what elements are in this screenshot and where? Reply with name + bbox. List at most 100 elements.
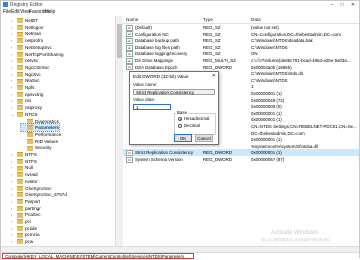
value-name-label: Value name: [133, 82, 158, 87]
folder-icon [17, 85, 23, 91]
column-type-header[interactable]: Type [203, 16, 213, 23]
tree-node-label: nvraid [25, 172, 38, 178]
tree-node[interactable]: › pcw [11, 238, 33, 245]
tree-node-label: pcw [25, 239, 34, 245]
ok-button[interactable]: OK [174, 134, 192, 142]
dialog-close-icon[interactable]: ✕ [212, 73, 216, 80]
value-name-text: Configuration NC [135, 31, 169, 37]
folder-icon [17, 78, 23, 84]
folder-icon [17, 185, 23, 191]
tree-node-label: NlaSvc [25, 78, 40, 84]
hexadecimal-radio[interactable] [178, 117, 182, 121]
registry-path[interactable]: Computer\HKEY_LOCAL_MACHINE\SYSTEM\Curre… [2, 253, 194, 259]
value-name-cell: 01 System Schema Version [126, 156, 183, 163]
folder-icon [17, 58, 23, 64]
folder-icon [17, 219, 23, 225]
value-data-label: Value data: [133, 97, 155, 102]
folder-icon [17, 65, 23, 71]
table-row[interactable]: 01 System Schema Version REG_DWORD 0x000000… [123, 156, 359, 163]
tree-node-label: partmgr [25, 205, 41, 211]
tree-vertical-scrollbar[interactable] [115, 16, 123, 246]
folder-icon [17, 205, 23, 211]
registry-key-tree[interactable]: › NetBT › Netlogon › Netman › netprofm › NetSetup… [1, 16, 116, 246]
folder-icon [17, 212, 23, 218]
maximize-button[interactable]: □ [337, 1, 347, 9]
folder-icon [17, 18, 23, 24]
value-name-text: Database backup path [135, 38, 179, 44]
value-name-field[interactable]: Strict Replication Consistency [133, 89, 215, 95]
value-name-text: Database logging/recovery [135, 51, 188, 57]
folder-icon [17, 45, 23, 51]
edit-dword-dialog: Edit DWORD (32-bit) Value ✕ Value name: … [129, 71, 219, 145]
decimal-label: Decimal [184, 123, 200, 128]
value-data-cell: 0x00000057 (87) [251, 157, 285, 162]
tree-node-label: Netman [25, 31, 42, 37]
folder-icon [17, 239, 23, 245]
chevron-right-icon[interactable]: › [11, 238, 16, 245]
window-title: Registry Editor [10, 2, 43, 8]
tree-node-label: pcmcia [25, 232, 40, 238]
folder-icon [17, 91, 23, 97]
cancel-button[interactable]: Cancel [195, 134, 213, 142]
registry-app-icon [3, 2, 8, 7]
value-data-input[interactable]: 1 [133, 104, 171, 110]
tree-node-label: RID Values [35, 138, 58, 144]
reg-binary-icon: 01 [126, 156, 133, 163]
folder-icon [27, 145, 33, 151]
menu-help[interactable]: Help [45, 9, 55, 16]
tree-node-label: pciide [25, 225, 38, 231]
activate-windows-watermark: Activate Windows [271, 230, 319, 236]
folder-icon [27, 118, 33, 124]
folder-icon [27, 132, 33, 138]
folder-icon [17, 232, 23, 238]
folder-icon [17, 98, 23, 104]
chevron-down-icon[interactable]: ⌄ [11, 111, 16, 118]
tree-node-label: npsvctrig [25, 91, 44, 97]
folder-icon [17, 51, 23, 57]
value-type-cell: REG_DWORD [203, 157, 233, 162]
scrollbar-thumb[interactable] [117, 24, 122, 58]
list-header: Name Type Data [123, 16, 359, 24]
tree-node-label: NgcCtnrSvc [25, 64, 50, 70]
tree-node-label: Parameters [35, 125, 59, 131]
hexadecimal-label: Hexadecimal [184, 116, 210, 121]
menu-file[interactable]: File [3, 9, 11, 16]
value-name-text: Strict Replication Consistency [135, 150, 194, 156]
tree-node-label: Security [35, 145, 52, 151]
folder-icon [27, 138, 33, 144]
tree-node-label: NetTcpPortSharing [25, 51, 64, 57]
tree-node-label: netprofm [25, 38, 44, 44]
folder-icon [17, 112, 23, 118]
tree-node-label: Null [25, 165, 33, 171]
menu-edit[interactable]: Edit [11, 9, 20, 16]
tree-node-label: NTDS [25, 111, 38, 117]
tree-node-label: netvsc [25, 58, 39, 64]
folder-icon [17, 179, 23, 185]
column-name-header[interactable]: Name [126, 16, 138, 23]
activate-windows-subtext: Go to Settings to activate Windows. [261, 237, 331, 242]
minimize-button[interactable]: – [327, 1, 337, 9]
decimal-radio[interactable] [178, 124, 182, 128]
tree-node-label: Parport [25, 198, 41, 204]
column-data-header[interactable]: Data [251, 16, 261, 23]
registry-editor-window: Registry Editor – □ ✕ File Edit View Fav… [0, 0, 360, 260]
folder-icon [17, 165, 23, 171]
folder-icon [27, 125, 33, 131]
tree-node-label: NetSetupSvc [25, 44, 52, 50]
folder-icon [17, 31, 23, 37]
folder-icon [17, 38, 23, 44]
tree-node-label: Diagnostics [35, 118, 59, 124]
tree-node-label: NetBT [25, 18, 39, 23]
value-name-text: System Schema Version [135, 157, 183, 162]
tree-node-label: nvstor [25, 178, 38, 184]
tree-node-label: NTFS [25, 152, 37, 157]
tree-node-label: nsi [25, 98, 31, 104]
value-name-text: (Default) [135, 25, 152, 30]
tree-node-label: PcaSvc [25, 212, 41, 218]
close-button[interactable]: ✕ [348, 1, 358, 9]
tree-node-label: nsiproxy [25, 105, 43, 111]
tree-node-label: pci [25, 219, 31, 224]
tree-node-label: Npfs [25, 85, 35, 90]
value-name-text: DS Drive Mappings [135, 58, 173, 63]
folder-icon [17, 152, 23, 158]
